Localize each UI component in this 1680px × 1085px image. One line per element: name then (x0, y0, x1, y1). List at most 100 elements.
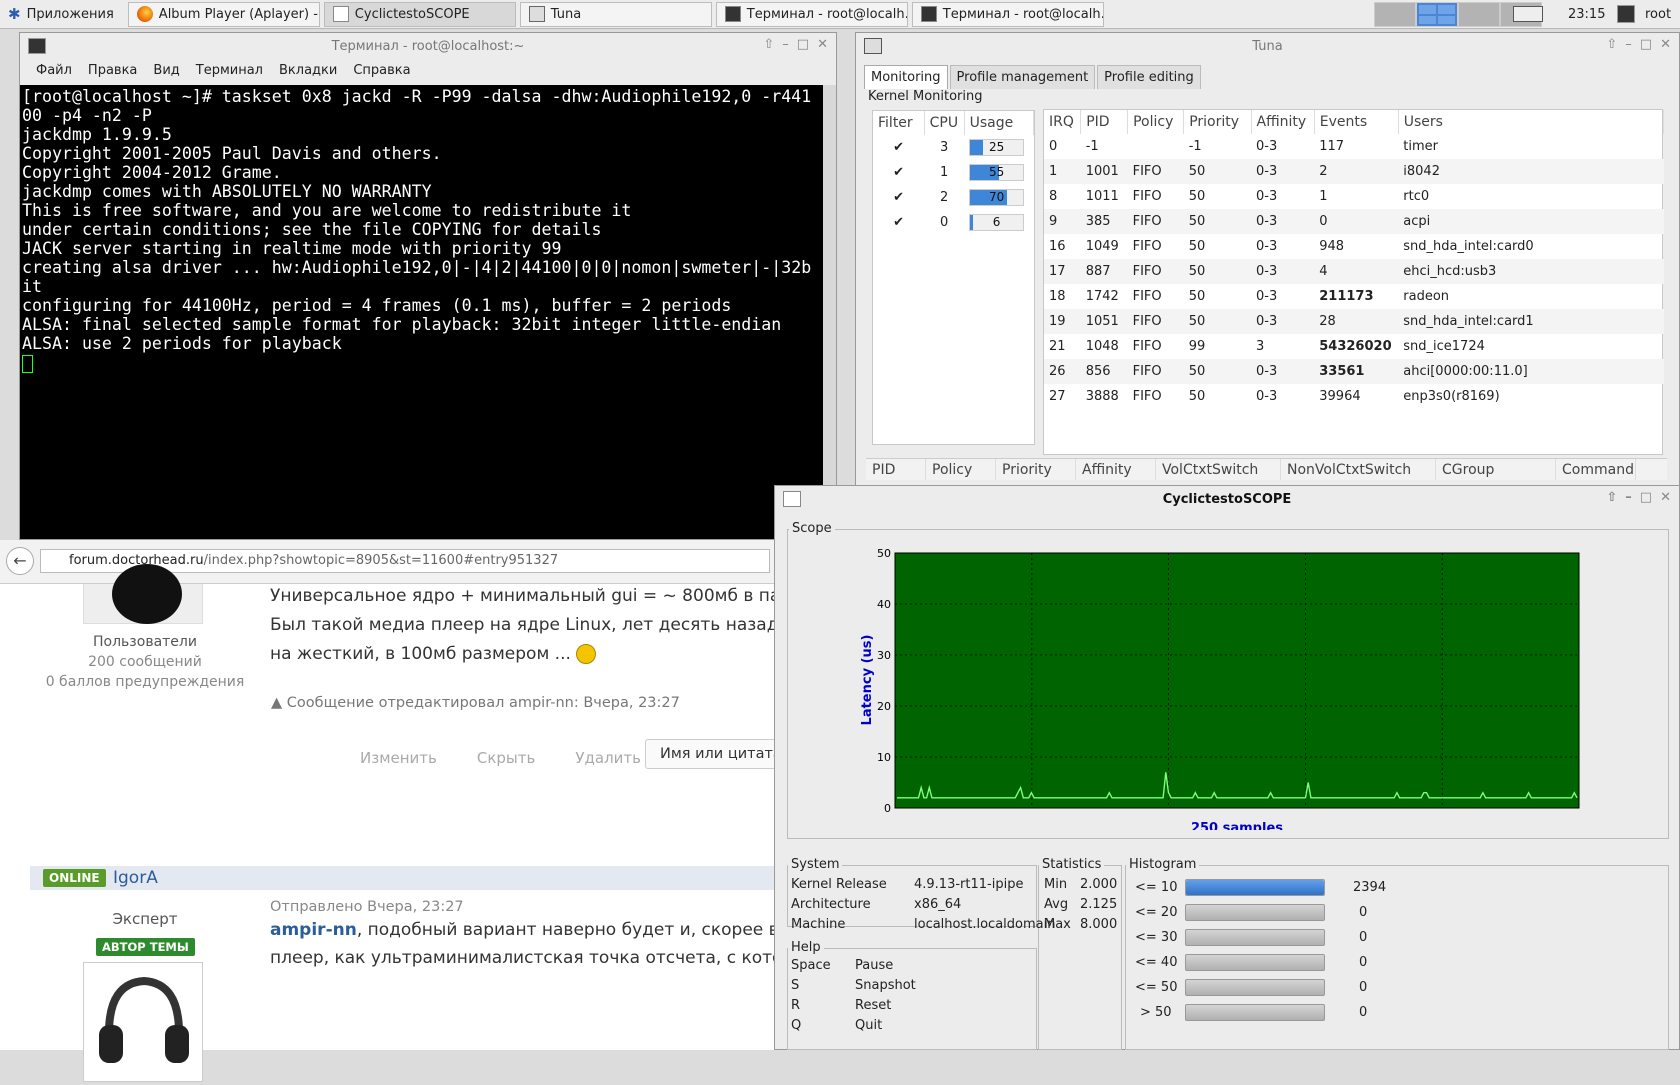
applications-menu-button[interactable]: ✱ Приложения (0, 0, 124, 29)
task-album-player[interactable]: Album Player (Aplayer) -... (127, 1, 320, 27)
col-affinity[interactable]: Affinity (1076, 459, 1156, 480)
maximize-icon[interactable]: □ (797, 37, 809, 52)
shade-icon[interactable]: ⇧ (763, 37, 774, 52)
usage-bar: 6 (969, 214, 1025, 231)
minimize-icon[interactable]: – (1625, 37, 1632, 52)
user-label[interactable]: root (1645, 0, 1671, 29)
menu-file[interactable]: Файл (28, 63, 80, 78)
col-users[interactable]: Users (1398, 110, 1665, 134)
col-priority[interactable]: Priority (996, 459, 1076, 480)
col-priority[interactable]: Priority (1183, 110, 1252, 134)
col-pid[interactable]: PID (1080, 110, 1129, 134)
terminal-output[interactable]: [root@localhost ~]# taskset 0x8 jackd -R… (20, 85, 823, 539)
task-tuna[interactable]: Tuna (519, 1, 712, 27)
filter-cell[interactable]: ✔ (873, 210, 924, 235)
back-button[interactable]: ← (6, 547, 34, 575)
checkbox-checked-icon[interactable]: ✔ (892, 141, 905, 154)
tuna-titlebar[interactable]: Tuna ⇧ – □ ✕ (856, 33, 1679, 60)
close-icon[interactable]: ✕ (817, 37, 828, 52)
col-nonvolctxtswitch[interactable]: NonVolCtxtSwitch (1281, 459, 1436, 480)
tuna-tray-icon[interactable] (1617, 5, 1635, 23)
irq-row[interactable]: 8 1011 FIFO 50 0-3 1 rtc0 (1044, 184, 1664, 209)
irq-row[interactable]: 19 1051 FIFO 50 0-3 28 snd_hda_intel:card1 (1044, 309, 1664, 334)
col-volctxtswitch[interactable]: VolCtxtSwitch (1156, 459, 1281, 480)
histogram-bucket-label: <= 40 (1135, 955, 1178, 970)
cyclictest-titlebar[interactable]: CyclictestoSCOPE ⇧ – □ ✕ (775, 486, 1679, 513)
maximize-icon[interactable]: □ (1640, 490, 1652, 505)
terminal-scrollbar[interactable] (823, 85, 836, 539)
cpu-row[interactable]: ✔ 2 70 (873, 185, 1034, 210)
task-cyclictestoscope[interactable]: CyclictestoSCOPE (323, 1, 516, 27)
irq-row[interactable]: 16 1049 FIFO 50 0-3 948 snd_hda_intel:card0 (1044, 234, 1664, 259)
col-cgroup[interactable]: CGroup (1436, 459, 1556, 480)
minimize-icon[interactable]: – (782, 37, 789, 52)
close-icon[interactable]: ✕ (1660, 490, 1671, 505)
workspace-1[interactable] (1374, 2, 1416, 27)
irq-row[interactable]: 18 1742 FIFO 50 0-3 211173 radeon (1044, 284, 1664, 309)
col-irq[interactable]: IRQ (1044, 110, 1082, 134)
close-icon[interactable]: ✕ (1660, 37, 1671, 52)
usage-cell: 25 (964, 135, 1033, 160)
cpu-row[interactable]: ✔ 0 6 (873, 210, 1034, 235)
checkbox-checked-icon[interactable]: ✔ (892, 191, 905, 204)
statistics-label: Statistics (1039, 857, 1105, 872)
tab-profile-editing[interactable]: Profile editing (1097, 65, 1201, 89)
irq-row[interactable]: 17 887 FIFO 50 0-3 4 ehci_hcd:usb3 (1044, 259, 1664, 284)
col-affinity[interactable]: Affinity (1251, 110, 1315, 134)
cpu-row[interactable]: ✔ 3 25 (873, 135, 1034, 160)
irq-row[interactable]: 21 1048 FIFO 99 3 54326020 snd_ice1724 (1044, 334, 1664, 359)
menu-edit[interactable]: Правка (80, 63, 145, 78)
filter-cell[interactable]: ✔ (873, 185, 924, 210)
headphones-icon (99, 976, 189, 1063)
mention-link[interactable]: ampir-nn (270, 920, 357, 940)
col-filter[interactable]: Filter (873, 111, 925, 135)
checkbox-checked-icon[interactable]: ✔ (892, 166, 905, 179)
author-name-link[interactable]: IgorA (113, 866, 158, 890)
irq-cell: FIFO (1132, 189, 1162, 204)
col-policy[interactable]: Policy (1127, 110, 1185, 134)
maximize-icon[interactable]: □ (1640, 37, 1652, 52)
col-pid[interactable]: PID (866, 459, 926, 480)
filter-cell[interactable]: ✔ (873, 160, 924, 185)
menu-terminal[interactable]: Терминал (188, 63, 271, 78)
checkbox-checked-icon[interactable]: ✔ (892, 216, 905, 229)
quote-button[interactable]: Имя или цитата (645, 739, 795, 769)
col-events[interactable]: Events (1314, 110, 1399, 134)
irq-row[interactable]: 0 -1 -1 0-3 117 timer (1044, 134, 1664, 159)
window-title: Tuna (1252, 39, 1283, 54)
col-cpu[interactable]: CPU (924, 111, 965, 135)
workspace-4[interactable] (1500, 2, 1543, 27)
hide-post-button[interactable]: Скрыть (477, 749, 535, 767)
delete-post-button[interactable]: Удалить (575, 749, 641, 767)
y-tick-label: 0 (884, 802, 891, 815)
filter-cell[interactable]: ✔ (873, 135, 924, 160)
process-table-header: PID Policy Priority Affinity VolCtxtSwitch No… (866, 458, 1667, 480)
task-terminal-1[interactable]: Терминал - root@localh... (715, 1, 908, 27)
menu-help[interactable]: Справка (345, 63, 418, 78)
statistic-value: 2.125 (1080, 897, 1118, 912)
shade-icon[interactable]: ⇧ (1606, 37, 1617, 52)
col-command[interactable]: Command (1556, 459, 1636, 480)
task-terminal-2[interactable]: Терминал - root@localh... (911, 1, 1104, 27)
workspace-3[interactable] (1458, 2, 1500, 27)
clock[interactable]: 23:15 (1568, 0, 1605, 29)
edit-post-button[interactable]: Изменить (360, 749, 437, 767)
avatar (83, 564, 203, 624)
terminal-titlebar[interactable]: Терминал - root@localhost:~ ⇧ – □ ✕ (20, 33, 836, 60)
minimize-icon[interactable]: – (1625, 490, 1632, 505)
tab-monitoring[interactable]: Monitoring (864, 65, 948, 89)
irq-row[interactable]: 26 856 FIFO 50 0-3 33561 ahci[0000:00:11.0] (1044, 359, 1664, 384)
irq-row[interactable]: 27 3888 FIFO 50 0-3 39964 enp3s0(r8169) (1044, 384, 1664, 409)
col-policy[interactable]: Policy (926, 459, 996, 480)
tab-profile-management[interactable]: Profile management (949, 65, 1096, 89)
cpu-row[interactable]: ✔ 1 55 (873, 160, 1034, 185)
irq-row[interactable]: 1 1001 FIFO 50 0-3 2 i8042 (1044, 159, 1664, 184)
irq-cell (1128, 134, 1184, 159)
col-usage[interactable]: Usage (964, 111, 1035, 135)
menu-view[interactable]: Вид (145, 63, 187, 78)
menu-tabs[interactable]: Вкладки (271, 63, 345, 78)
workspace-2[interactable] (1416, 2, 1458, 27)
irq-row[interactable]: 9 385 FIFO 50 0-3 0 acpi (1044, 209, 1664, 234)
workspace-pager[interactable] (1374, 2, 1543, 27)
shade-icon[interactable]: ⇧ (1606, 490, 1617, 505)
